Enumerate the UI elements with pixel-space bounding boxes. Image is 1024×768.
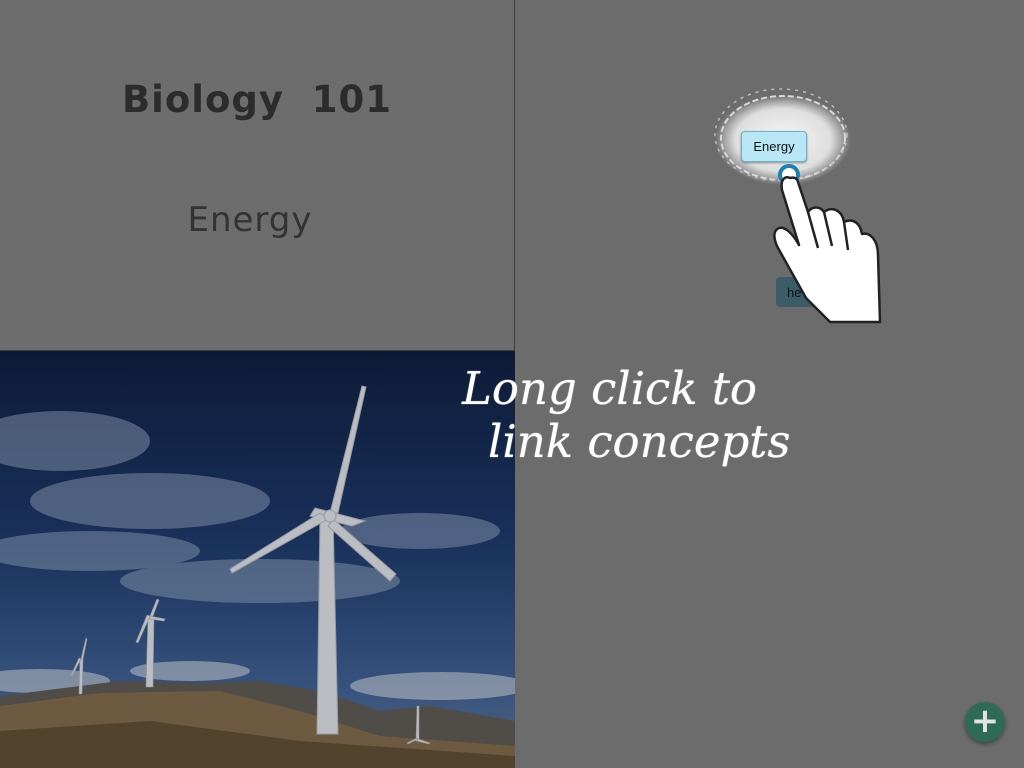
card-title: Biology 101	[121, 78, 392, 121]
wind-turbine-photo	[0, 351, 515, 768]
concept-image[interactable]	[0, 351, 515, 768]
card-concept: Energy	[187, 200, 313, 240]
concept-node-he[interactable]: he	[776, 277, 830, 307]
plus-icon: +	[970, 701, 1000, 741]
tutorial-hint: Long click to link concepts	[462, 362, 882, 468]
concept-node-energy[interactable]: Energy	[741, 131, 807, 162]
hint-line-1: Long click to	[462, 362, 758, 415]
add-concept-button[interactable]: +	[965, 702, 1005, 742]
hint-line-2: link concepts	[488, 415, 791, 468]
concept-card[interactable]: Biology 101 Energy	[0, 0, 515, 351]
